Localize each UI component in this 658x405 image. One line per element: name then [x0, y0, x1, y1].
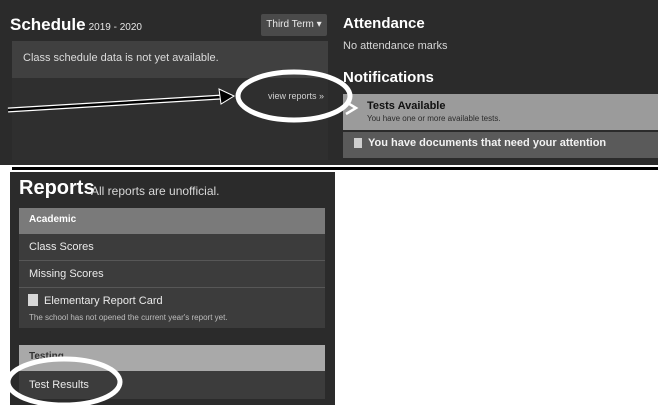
schedule-empty-message: Class schedule data is not yet available… [23, 52, 219, 64]
notification-documents-text: You have documents that need your attent… [368, 137, 607, 149]
report-card-note: The school has not opened the current ye… [29, 313, 228, 322]
chevron-down-icon: ▾ [316, 19, 322, 30]
section-header-testing [19, 345, 325, 371]
term-dropdown-button[interactable]: Third Term ▾ [261, 14, 327, 36]
reports-subtitle: All reports are unofficial. [91, 184, 220, 198]
divider [12, 167, 658, 170]
section-header-academic-label: Academic [29, 214, 77, 225]
view-reports-link[interactable]: view reports » [268, 91, 324, 101]
attendance-empty-message: No attendance marks [343, 40, 448, 52]
section-header-testing-label: Testing [29, 351, 64, 362]
document-icon [354, 138, 362, 148]
schedule-title: Schedule 2019 - 2020 [10, 15, 142, 35]
report-item-test-results-label: Test Results [29, 379, 89, 391]
report-item-report-card-label: Elementary Report Card [44, 295, 163, 307]
term-dropdown-label: Third Term [266, 19, 314, 30]
schedule-title-text: Schedule [10, 15, 86, 34]
attendance-title: Attendance [343, 15, 425, 32]
notifications-title: Notifications [343, 69, 434, 86]
report-card-icon [28, 294, 38, 306]
notification-tests-title: Tests Available [367, 100, 446, 112]
report-item-class-scores-label: Class Scores [29, 241, 94, 253]
reports-title: Reports [19, 177, 95, 199]
notification-tests-subtitle: You have one or more available tests. [367, 114, 501, 123]
report-item-elementary-report-card[interactable] [19, 288, 325, 328]
schedule-year: 2019 - 2020 [88, 22, 142, 33]
report-item-missing-scores-label: Missing Scores [29, 268, 104, 280]
